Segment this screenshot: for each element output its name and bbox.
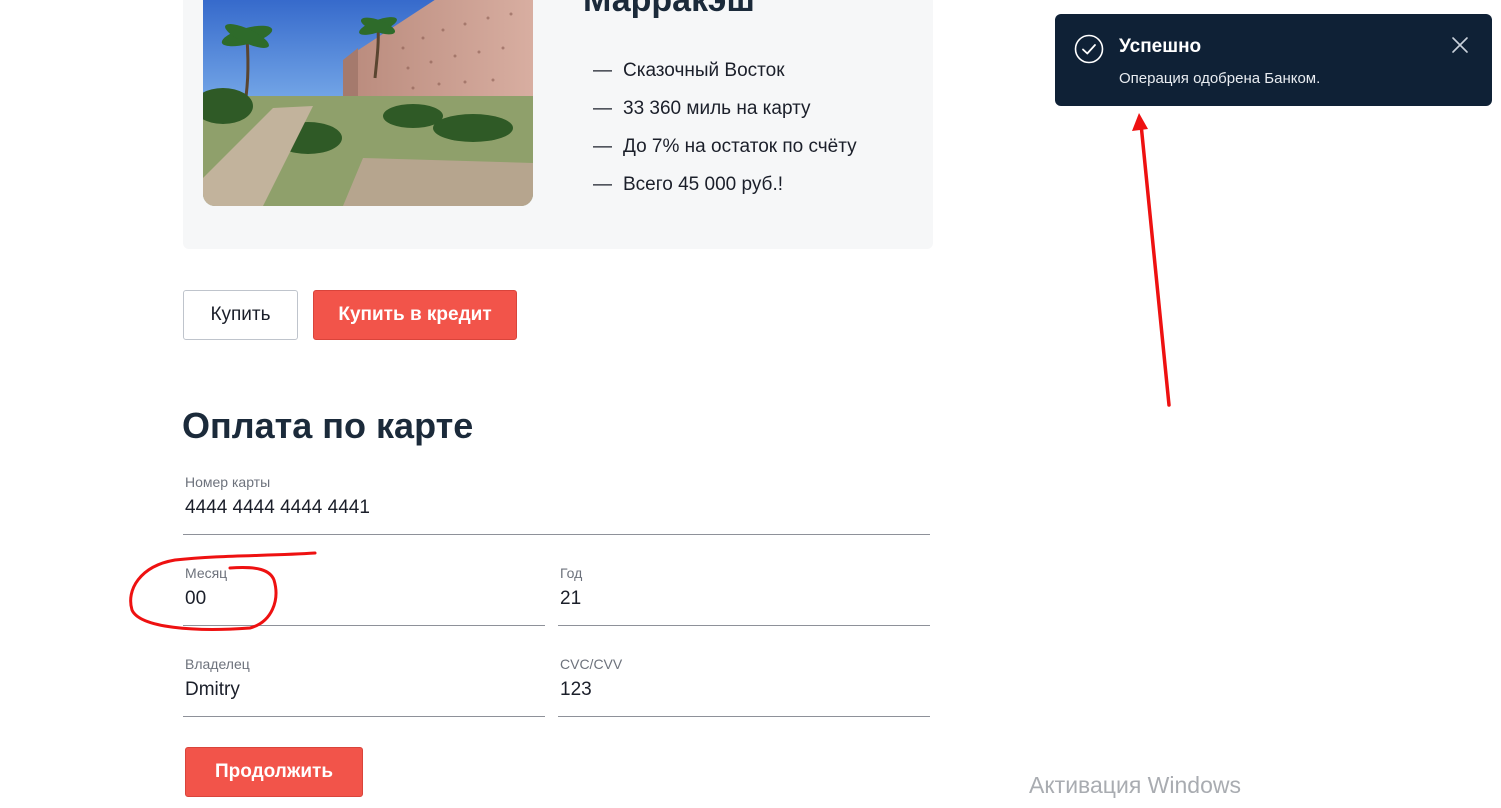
notification-message: Операция одобрена Банком. bbox=[1119, 70, 1321, 87]
card-number-input[interactable]: 4444 4444 4444 4441 bbox=[185, 497, 370, 519]
feature-text: Всего 45 000 руб.! bbox=[623, 174, 783, 195]
tour-photo bbox=[203, 0, 533, 206]
list-item: — До 7% на остаток по счёту bbox=[593, 128, 857, 166]
list-dash: — bbox=[593, 136, 612, 157]
list-dash: — bbox=[593, 174, 612, 195]
owner-field[interactable]: Владелец Dmitry bbox=[183, 656, 545, 717]
tour-city-title: Марракэш bbox=[583, 0, 755, 19]
continue-button[interactable]: Продолжить bbox=[185, 747, 363, 797]
month-field[interactable]: Месяц 00 bbox=[183, 565, 545, 626]
owner-label: Владелец bbox=[185, 656, 250, 672]
windows-activation-watermark: Активация Windows bbox=[1029, 772, 1241, 798]
list-item: — Всего 45 000 руб.! bbox=[593, 166, 857, 204]
owner-input[interactable]: Dmitry bbox=[185, 679, 240, 701]
list-item: — Сказочный Восток bbox=[593, 52, 857, 90]
cvc-label: CVC/CVV bbox=[560, 656, 623, 672]
year-field[interactable]: Год 21 bbox=[558, 565, 930, 626]
feature-text: 33 360 миль на карту bbox=[623, 98, 811, 119]
close-icon[interactable] bbox=[1451, 36, 1469, 54]
buy-button[interactable]: Купить bbox=[183, 290, 298, 340]
cvc-input[interactable]: 123 bbox=[560, 679, 592, 701]
list-item: — 33 360 миль на карту bbox=[593, 90, 857, 128]
year-label: Год bbox=[560, 565, 583, 581]
feature-text: До 7% на остаток по счёту bbox=[623, 136, 857, 157]
year-input[interactable]: 21 bbox=[560, 588, 581, 610]
notification-title: Успешно bbox=[1119, 36, 1202, 57]
cvc-field[interactable]: CVC/CVV 123 bbox=[558, 656, 930, 717]
check-circle-icon bbox=[1074, 34, 1104, 64]
buy-on-credit-button[interactable]: Купить в кредит bbox=[313, 290, 517, 340]
payment-section-title: Оплата по карте bbox=[182, 405, 474, 446]
month-input[interactable]: 00 bbox=[185, 588, 206, 610]
card-number-field[interactable]: Номер карты 4444 4444 4444 4441 bbox=[183, 474, 930, 535]
list-dash: — bbox=[593, 98, 612, 119]
marrakech-photo bbox=[203, 0, 533, 206]
month-label: Месяц bbox=[185, 565, 228, 581]
annotation-arrow bbox=[1132, 113, 1171, 407]
tour-card: Марракэш — Сказочный Восток — 33 360 миль … bbox=[183, 0, 933, 249]
card-number-label: Номер карты bbox=[185, 474, 271, 490]
list-dash: — bbox=[593, 60, 612, 81]
tour-features-list: — Сказочный Восток —33 360 миль на карту … bbox=[593, 52, 857, 204]
success-notification: Успешно Операция одобрена Банком. bbox=[1055, 14, 1492, 106]
feature-text: Сказочный Восток bbox=[623, 60, 785, 81]
